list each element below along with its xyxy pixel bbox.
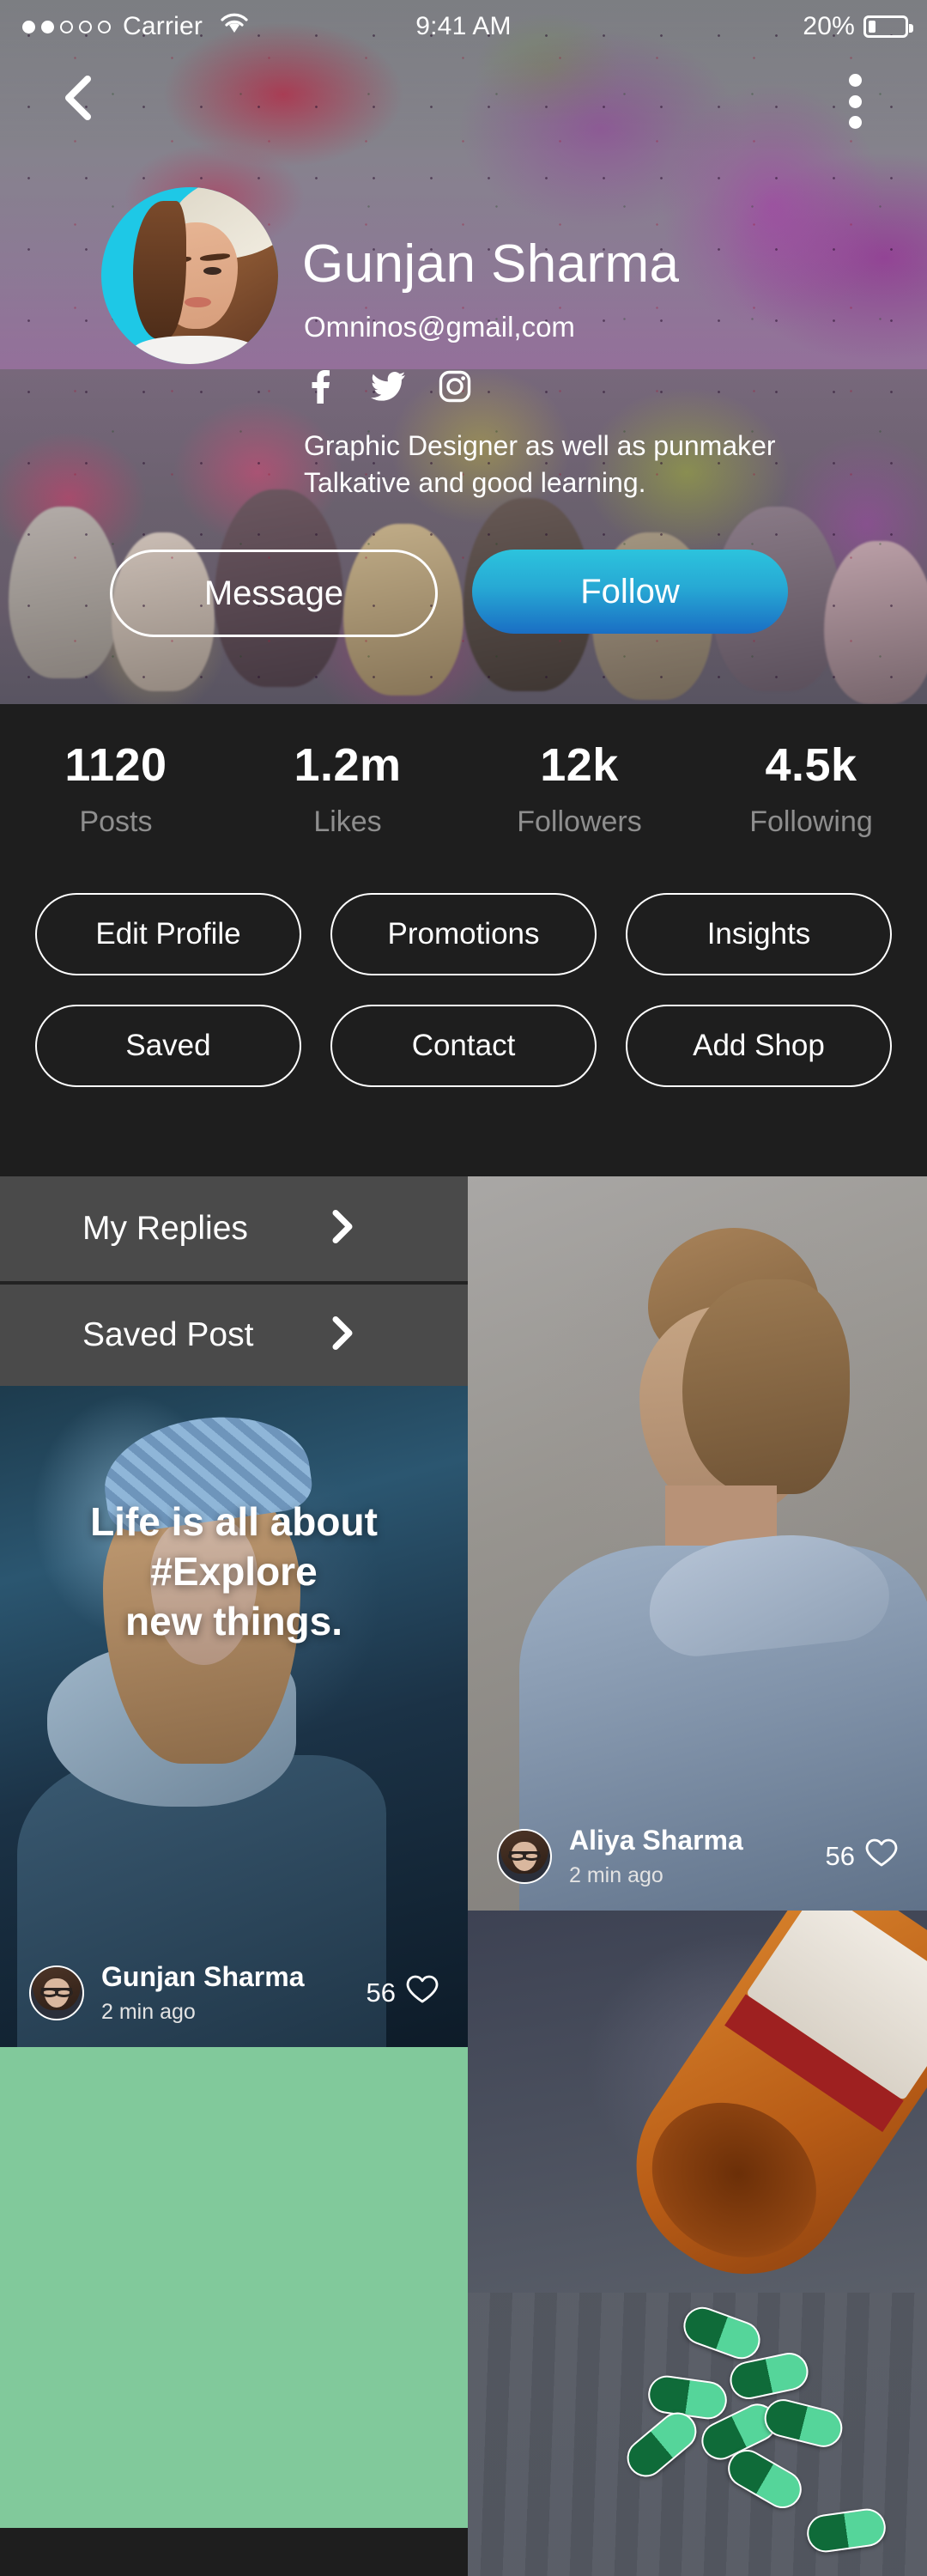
hero-nav-bar (0, 53, 927, 148)
right-column: Aliya Sharma 2 min ago 56 (468, 1176, 927, 2576)
stat-followers[interactable]: 12k Followers (464, 738, 695, 839)
clock-label: 9:41 AM (415, 12, 512, 40)
post-footer: Aliya Sharma 2 min ago 56 (468, 1825, 927, 1888)
woman-in-bucket-hat-photo (0, 1386, 468, 2047)
pill-bottle-post-card[interactable] (468, 1911, 927, 2576)
saved-button[interactable]: Saved (35, 1005, 301, 1087)
stat-label: Followers (517, 805, 642, 838)
post-author-name: Aliya Sharma (569, 1825, 743, 1856)
stat-value: 12k (540, 739, 619, 791)
stat-posts[interactable]: 1120 Posts (0, 738, 232, 839)
aliya-post-card[interactable]: Aliya Sharma 2 min ago 56 (468, 1176, 927, 1911)
overlay-line-3: new things. (125, 1598, 342, 1643)
like-control[interactable]: 56 (367, 1975, 439, 2011)
profile-name: Gunjan Sharma (302, 234, 680, 294)
bio-line-1: Graphic Designer as well as punmaker (304, 430, 776, 461)
promotions-button[interactable]: Promotions (330, 893, 597, 975)
stat-label: Following (749, 805, 873, 838)
like-count: 56 (366, 1978, 396, 2008)
stat-likes[interactable]: 1.2m Likes (232, 738, 464, 839)
content-area: My Replies Saved Post Life is all about … (0, 1176, 927, 2576)
stat-value: 1.2m (294, 739, 402, 791)
stats-row: 1120 Posts 1.2m Likes 12k Followers 4.5k… (0, 738, 927, 839)
featured-post-card[interactable]: Life is all about #Explore new things. G… (0, 1386, 468, 2047)
insights-button[interactable]: Insights (626, 893, 892, 975)
green-placeholder-tile[interactable] (0, 2047, 468, 2528)
more-options-button[interactable] (833, 69, 877, 134)
stat-value: 1120 (64, 739, 167, 791)
saved-post-label: Saved Post (82, 1316, 254, 1353)
post-author-avatar[interactable] (29, 1965, 84, 2020)
profile-email: Omninos@gmail,com (304, 311, 575, 343)
overlay-line-2: #Explore (150, 1548, 318, 1594)
profile-bio: Graphic Designer as well as punmaker Tal… (304, 428, 776, 501)
battery-icon (863, 15, 913, 38)
chevron-right-icon (331, 1315, 354, 1356)
heart-outline-icon (865, 1838, 898, 1874)
post-author-name: Gunjan Sharma (101, 1961, 305, 1992)
stat-value: 4.5k (765, 739, 857, 791)
edit-profile-button[interactable]: Edit Profile (35, 893, 301, 975)
post-timestamp: 2 min ago (569, 1863, 663, 1887)
post-footer: Gunjan Sharma 2 min ago 56 (0, 1961, 468, 2025)
facebook-icon[interactable] (304, 369, 338, 404)
left-column: My Replies Saved Post Life is all about … (0, 1176, 468, 2576)
instagram-icon[interactable] (438, 369, 472, 404)
contact-button[interactable]: Contact (330, 1005, 597, 1087)
pill-bottle-photo (468, 1911, 927, 2576)
my-replies-label: My Replies (82, 1210, 248, 1247)
post-overlay-text: Life is all about #Explore new things. (0, 1498, 468, 1647)
woman-in-denim-jacket-photo (468, 1176, 927, 1911)
post-author-avatar[interactable] (497, 1829, 552, 1884)
stat-following[interactable]: 4.5k Following (695, 738, 927, 839)
post-timestamp: 2 min ago (101, 2000, 196, 2024)
saved-post-row[interactable]: Saved Post (0, 1281, 468, 1386)
add-shop-button[interactable]: Add Shop (626, 1005, 892, 1087)
back-button[interactable] (53, 72, 105, 124)
heart-outline-icon (406, 1975, 439, 2011)
social-links (304, 369, 472, 404)
message-button[interactable]: Message (110, 550, 438, 637)
stat-label: Likes (313, 805, 382, 838)
follow-button[interactable]: Follow (472, 550, 788, 634)
like-count: 56 (825, 1841, 855, 1871)
chevron-right-icon (331, 1209, 354, 1249)
overlay-line-1: Life is all about (90, 1499, 378, 1544)
bio-line-2: Talkative and good learning. (304, 467, 646, 499)
stats-panel: 1120 Posts 1.2m Likes 12k Followers 4.5k… (0, 704, 927, 1176)
my-replies-row[interactable]: My Replies (0, 1176, 468, 1281)
profile-screen: Carrier 9:41 AM 20% Gunjan Sharma Omnino… (0, 0, 927, 2576)
stat-label: Posts (79, 805, 153, 838)
status-bar: Carrier 9:41 AM 20% (0, 0, 927, 53)
like-control[interactable]: 56 (826, 1838, 898, 1874)
twitter-icon[interactable] (371, 369, 405, 404)
avatar[interactable] (101, 187, 278, 364)
action-button-grid: Edit Profile Promotions Insights Saved C… (0, 893, 927, 1116)
